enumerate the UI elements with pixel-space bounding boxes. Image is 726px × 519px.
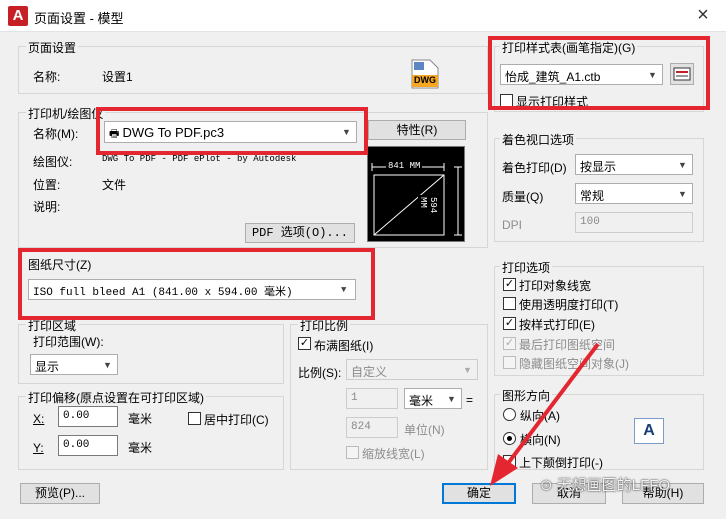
printer-name-label: 名称(M): xyxy=(33,127,79,141)
page-setup-legend: 页面设置 xyxy=(26,39,79,56)
printer-name-select[interactable]: 🖶 DWG To PDF.pc3 ▼ xyxy=(104,121,357,143)
scale-select[interactable]: 自定义 ▼ xyxy=(346,359,478,380)
plot-range-label: 打印范围(W): xyxy=(33,335,104,349)
scale-denominator-unit: 单位(N) xyxy=(404,423,445,437)
paper-size-value: ISO full bleed A1 (841.00 x 594.00 毫米) xyxy=(33,287,293,299)
autocad-logo-icon: A xyxy=(8,6,28,26)
y-offset-label: Y: xyxy=(33,441,44,455)
chevron-down-icon: ▼ xyxy=(678,188,687,199)
show-plot-styles-checkbox[interactable] xyxy=(500,94,513,107)
shade-plot-value: 按显示 xyxy=(580,160,617,174)
location-value: 文件 xyxy=(102,178,127,192)
name-label: 名称: xyxy=(33,70,61,84)
paper-preview: 841 MM 594 MM xyxy=(367,146,465,242)
close-icon[interactable]: × xyxy=(692,4,714,26)
preview-height-label: 594 MM xyxy=(418,195,438,221)
scale-label: 比例(S): xyxy=(298,366,342,380)
x-offset-input[interactable]: 0.00 xyxy=(58,406,118,427)
location-label: 位置: xyxy=(33,178,61,192)
edit-style-table-button[interactable] xyxy=(670,63,694,85)
dwg-file-icon: DWG xyxy=(410,58,440,90)
plot-range-select[interactable]: 显示 ▼ xyxy=(30,354,118,375)
chevron-down-icon: ▼ xyxy=(103,359,112,370)
edit-pen-table-icon xyxy=(673,67,691,81)
page-setup-name-value: 设置1 xyxy=(102,70,133,84)
center-plot-checkbox[interactable] xyxy=(188,412,201,425)
shade-plot-select[interactable]: 按显示 ▼ xyxy=(575,154,693,175)
paper-size-select[interactable]: ISO full bleed A1 (841.00 x 594.00 毫米) ▼ xyxy=(28,279,356,300)
chevron-down-icon: ▼ xyxy=(648,69,657,80)
paper-size-legend: 图纸尺寸(Z) xyxy=(26,256,94,273)
pdf-options-button[interactable]: PDF 选项(O)... xyxy=(245,223,355,243)
preview-width-label: 841 MM xyxy=(386,161,423,171)
plot-area-legend: 打印区域 xyxy=(26,317,79,334)
scale-numerator-unit-select[interactable]: 毫米 ▼ xyxy=(404,388,462,409)
preview-button[interactable]: 预览(P)... xyxy=(20,483,100,504)
shade-plot-label: 着色打印(D) xyxy=(502,161,567,175)
fit-to-paper-label: 布满图纸(I) xyxy=(314,339,374,353)
style-table-select[interactable]: 怡成_建筑_A1.ctb ▼ xyxy=(500,64,663,85)
printer-legend: 打印机/绘图仪 xyxy=(26,105,106,122)
chevron-down-icon: ▼ xyxy=(341,284,347,295)
shaded-viewport-legend: 着色视口选项 xyxy=(500,131,577,148)
scale-numerator-input[interactable]: 1 xyxy=(346,388,398,409)
y-offset-unit: 毫米 xyxy=(128,441,153,455)
scale-equals: = xyxy=(466,393,474,407)
page-setup-dialog: A 页面设置 - 模型 × 页面设置 名称: 设置1 DWG 打印机/绘图仪 名… xyxy=(0,0,726,519)
pc3-icon: 🖶 xyxy=(109,128,123,140)
chevron-down-icon: ▼ xyxy=(678,159,687,170)
plot-lineweights-label: 打印对象线宽 xyxy=(519,279,592,293)
chevron-down-icon: ▼ xyxy=(463,364,472,375)
chevron-down-icon: ▼ xyxy=(447,393,456,404)
plot-range-value: 显示 xyxy=(35,360,60,374)
orientation-preview-icon: A xyxy=(634,418,664,444)
plotter-value: DWG To PDF - PDF ePlot - by Autodesk xyxy=(102,154,297,164)
quality-select[interactable]: 常规 ▼ xyxy=(575,183,693,204)
properties-button[interactable]: 特性(R) xyxy=(368,120,466,140)
scale-numerator-unit-value: 毫米 xyxy=(409,394,434,408)
quality-value: 常规 xyxy=(580,189,605,203)
scale-value: 自定义 xyxy=(351,365,388,379)
description-label: 说明: xyxy=(33,200,61,214)
plotter-label: 绘图仪: xyxy=(33,155,73,169)
x-offset-label: X: xyxy=(33,412,45,426)
fit-to-paper-checkbox[interactable]: ✓ xyxy=(298,337,311,350)
scale-denominator-input[interactable]: 824 xyxy=(346,417,398,438)
plot-transparency-label: 使用透明度打印(T) xyxy=(519,298,619,312)
plot-with-styles-label: 按样式打印(E) xyxy=(519,318,595,332)
dpi-input[interactable]: 100 xyxy=(575,212,693,233)
plot-scale-legend: 打印比例 xyxy=(298,317,351,334)
plot-options-legend: 打印选项 xyxy=(500,259,553,276)
plot-offset-legend: 打印偏移(原点设置在可打印区域) xyxy=(26,389,206,406)
chevron-down-icon: ▼ xyxy=(342,127,351,137)
show-plot-styles-label: 显示打印样式 xyxy=(516,95,589,109)
plot-with-styles-checkbox[interactable]: ✓ xyxy=(503,317,516,330)
quality-label: 质量(Q) xyxy=(502,190,544,204)
center-plot-label: 居中打印(C) xyxy=(204,413,269,427)
scale-lineweights-checkbox[interactable] xyxy=(346,446,359,459)
printer-name-value: DWG To PDF.pc3 xyxy=(122,125,225,140)
style-table-value: 怡成_建筑_A1.ctb xyxy=(505,70,601,84)
window-title: 页面设置 - 模型 xyxy=(34,11,124,26)
dpi-label: DPI xyxy=(502,218,523,232)
title-bar: A 页面设置 - 模型 × xyxy=(0,0,726,32)
plot-lineweights-checkbox[interactable]: ✓ xyxy=(503,278,516,291)
dwg-badge-text: DWG xyxy=(414,75,436,85)
y-offset-input[interactable]: 0.00 xyxy=(58,435,118,456)
scale-lineweights-label: 缩放线宽(L) xyxy=(362,447,425,461)
style-table-legend: 打印样式表(画笔指定)(G) xyxy=(500,39,638,56)
plot-transparency-checkbox[interactable] xyxy=(503,297,516,310)
x-offset-unit: 毫米 xyxy=(128,412,153,426)
annotation-arrow xyxy=(490,342,600,486)
